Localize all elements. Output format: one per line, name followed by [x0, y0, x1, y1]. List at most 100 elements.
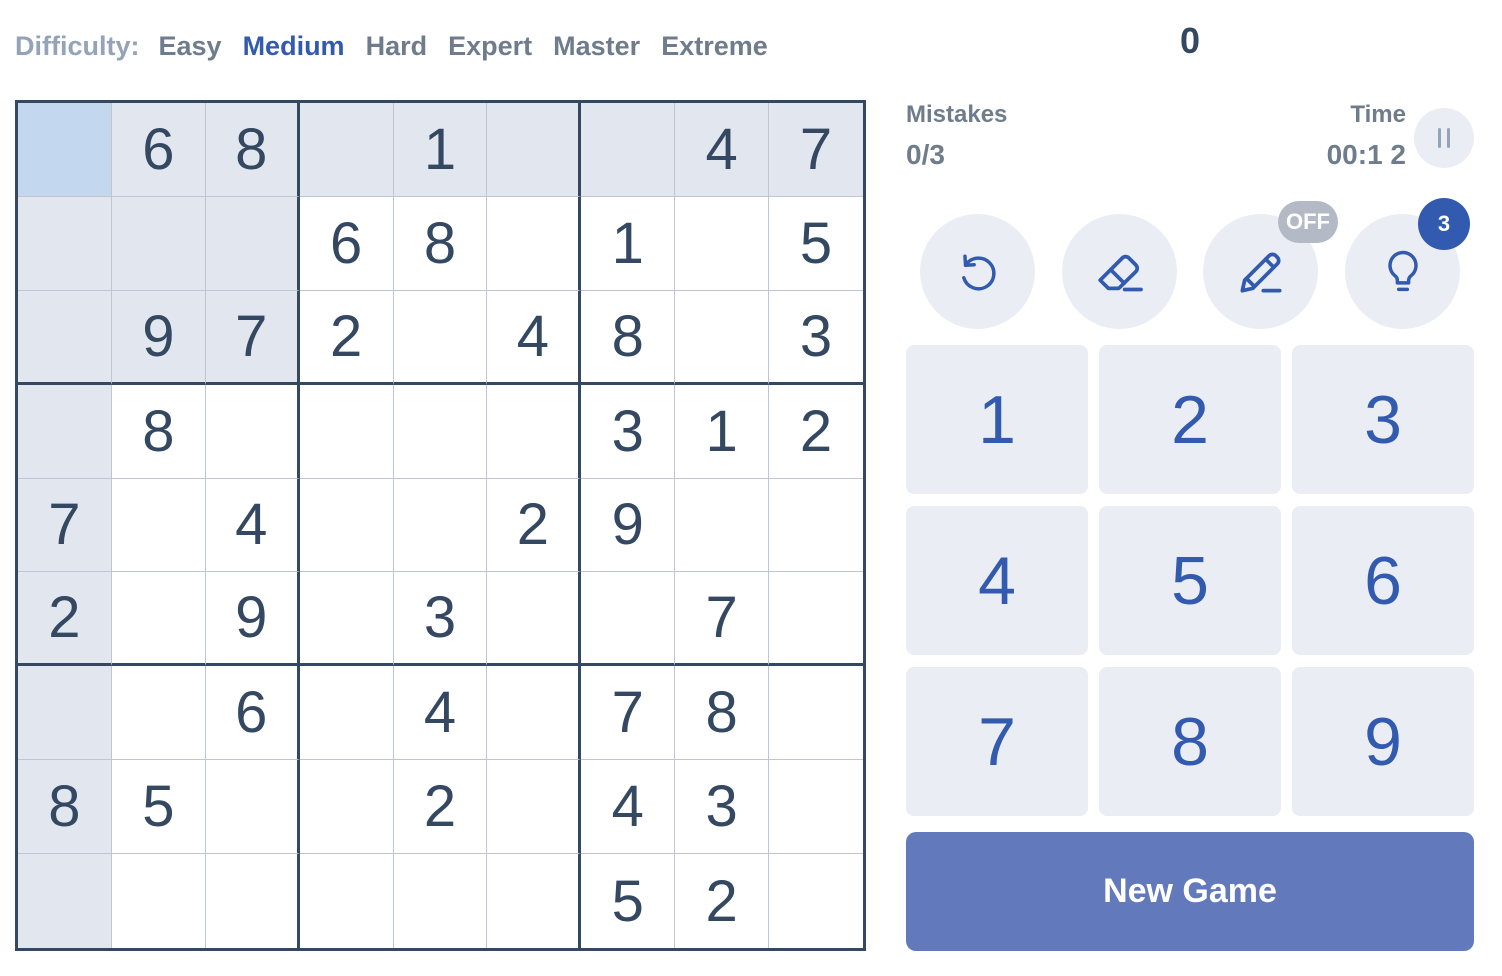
board-cell-r9c1[interactable] [18, 854, 112, 948]
board-cell-r4c7[interactable]: 3 [581, 384, 676, 479]
board-cell-r9c8[interactable]: 2 [675, 854, 770, 948]
board-cell-r5c4[interactable] [299, 478, 394, 573]
numpad-2[interactable]: 2 [1099, 345, 1281, 494]
board-cell-r3c7[interactable]: 8 [581, 290, 676, 385]
board-cell-r5c6[interactable]: 2 [487, 478, 582, 573]
difficulty-hard[interactable]: Hard [366, 31, 428, 62]
board-cell-r7c3[interactable]: 6 [205, 666, 300, 761]
board-cell-r5c1[interactable]: 7 [18, 478, 112, 573]
board-cell-r2c1[interactable] [18, 196, 112, 291]
board-cell-r2c6[interactable] [487, 196, 582, 291]
board-cell-r8c4[interactable] [299, 760, 394, 855]
board-cell-r7c2[interactable] [111, 666, 206, 761]
board-cell-r1c9[interactable]: 7 [769, 103, 863, 197]
board-cell-r1c5[interactable]: 1 [393, 103, 488, 197]
board-cell-r6c2[interactable] [111, 572, 206, 667]
difficulty-expert[interactable]: Expert [448, 31, 532, 62]
board-cell-r7c7[interactable]: 7 [581, 666, 676, 761]
numpad-5[interactable]: 5 [1099, 506, 1281, 655]
numpad-3[interactable]: 3 [1292, 345, 1474, 494]
board-cell-r8c5[interactable]: 2 [393, 760, 488, 855]
board-cell-r5c5[interactable] [393, 478, 488, 573]
board-cell-r2c2[interactable] [111, 196, 206, 291]
board-cell-r2c5[interactable]: 8 [393, 196, 488, 291]
undo-button[interactable] [920, 214, 1035, 329]
board-cell-r1c4[interactable] [299, 103, 394, 197]
board-cell-r5c9[interactable] [769, 478, 863, 573]
board-cell-r8c1[interactable]: 8 [18, 760, 112, 855]
difficulty-easy[interactable]: Easy [159, 31, 222, 62]
erase-button[interactable] [1062, 214, 1177, 329]
numpad-6[interactable]: 6 [1292, 506, 1474, 655]
board-cell-r5c2[interactable] [111, 478, 206, 573]
board-cell-r3c4[interactable]: 2 [299, 290, 394, 385]
board-cell-r1c8[interactable]: 4 [675, 103, 770, 197]
board-cell-r7c4[interactable] [299, 666, 394, 761]
board-cell-r7c5[interactable]: 4 [393, 666, 488, 761]
numpad-9[interactable]: 9 [1292, 667, 1474, 816]
board-cell-r4c5[interactable] [393, 384, 488, 479]
board-cell-r3c8[interactable] [675, 290, 770, 385]
difficulty-medium[interactable]: Medium [243, 31, 345, 62]
board-cell-r2c9[interactable]: 5 [769, 196, 863, 291]
board-cell-r1c1[interactable] [18, 103, 112, 197]
board-cell-r5c3[interactable]: 4 [205, 478, 300, 573]
numpad-7[interactable]: 7 [906, 667, 1088, 816]
board-cell-r4c3[interactable] [205, 384, 300, 479]
numpad-8[interactable]: 8 [1099, 667, 1281, 816]
board-cell-r6c1[interactable]: 2 [18, 572, 112, 667]
board-cell-r6c7[interactable] [581, 572, 676, 667]
board-cell-r4c2[interactable]: 8 [111, 384, 206, 479]
board-cell-r6c5[interactable]: 3 [393, 572, 488, 667]
board-cell-r9c9[interactable] [769, 854, 863, 948]
board-cell-r7c1[interactable] [18, 666, 112, 761]
board-cell-r6c3[interactable]: 9 [205, 572, 300, 667]
board-cell-r6c6[interactable] [487, 572, 582, 667]
board-cell-r8c8[interactable]: 3 [675, 760, 770, 855]
board-cell-r9c4[interactable] [299, 854, 394, 948]
board-cell-r9c2[interactable] [111, 854, 206, 948]
board-cell-r3c6[interactable]: 4 [487, 290, 582, 385]
board-cell-r6c4[interactable] [299, 572, 394, 667]
board-cell-r5c8[interactable] [675, 478, 770, 573]
board-cell-r5c7[interactable]: 9 [581, 478, 676, 573]
pause-button[interactable] [1414, 108, 1474, 168]
board-cell-r3c5[interactable] [393, 290, 488, 385]
board-cell-r4c4[interactable] [299, 384, 394, 479]
board-cell-r7c8[interactable]: 8 [675, 666, 770, 761]
board-cell-r1c6[interactable] [487, 103, 582, 197]
numpad-1[interactable]: 1 [906, 345, 1088, 494]
new-game-button[interactable]: New Game [906, 832, 1474, 951]
difficulty-master[interactable]: Master [553, 31, 640, 62]
board-cell-r8c9[interactable] [769, 760, 863, 855]
board-cell-r4c1[interactable] [18, 384, 112, 479]
numpad-4[interactable]: 4 [906, 506, 1088, 655]
board-cell-r6c9[interactable] [769, 572, 863, 667]
board-cell-r4c9[interactable]: 2 [769, 384, 863, 479]
board-cell-r1c2[interactable]: 6 [111, 103, 206, 197]
board-cell-r9c7[interactable]: 5 [581, 854, 676, 948]
board-cell-r1c7[interactable] [581, 103, 676, 197]
board-cell-r9c3[interactable] [205, 854, 300, 948]
board-cell-r3c2[interactable]: 9 [111, 290, 206, 385]
board-cell-r4c8[interactable]: 1 [675, 384, 770, 479]
board-cell-r8c2[interactable]: 5 [111, 760, 206, 855]
board-cell-r8c6[interactable] [487, 760, 582, 855]
board-cell-r9c5[interactable] [393, 854, 488, 948]
board-cell-r7c9[interactable] [769, 666, 863, 761]
board-cell-r9c6[interactable] [487, 854, 582, 948]
board-cell-r3c3[interactable]: 7 [205, 290, 300, 385]
board-cell-r8c3[interactable] [205, 760, 300, 855]
board-cell-r3c9[interactable]: 3 [769, 290, 863, 385]
difficulty-extreme[interactable]: Extreme [661, 31, 768, 62]
board-cell-r2c7[interactable]: 1 [581, 196, 676, 291]
board-cell-r2c8[interactable] [675, 196, 770, 291]
board-cell-r7c6[interactable] [487, 666, 582, 761]
board-cell-r3c1[interactable] [18, 290, 112, 385]
board-cell-r8c7[interactable]: 4 [581, 760, 676, 855]
board-cell-r4c6[interactable] [487, 384, 582, 479]
board-cell-r6c8[interactable]: 7 [675, 572, 770, 667]
board-cell-r2c3[interactable] [205, 196, 300, 291]
board-cell-r2c4[interactable]: 6 [299, 196, 394, 291]
board-cell-r1c3[interactable]: 8 [205, 103, 300, 197]
